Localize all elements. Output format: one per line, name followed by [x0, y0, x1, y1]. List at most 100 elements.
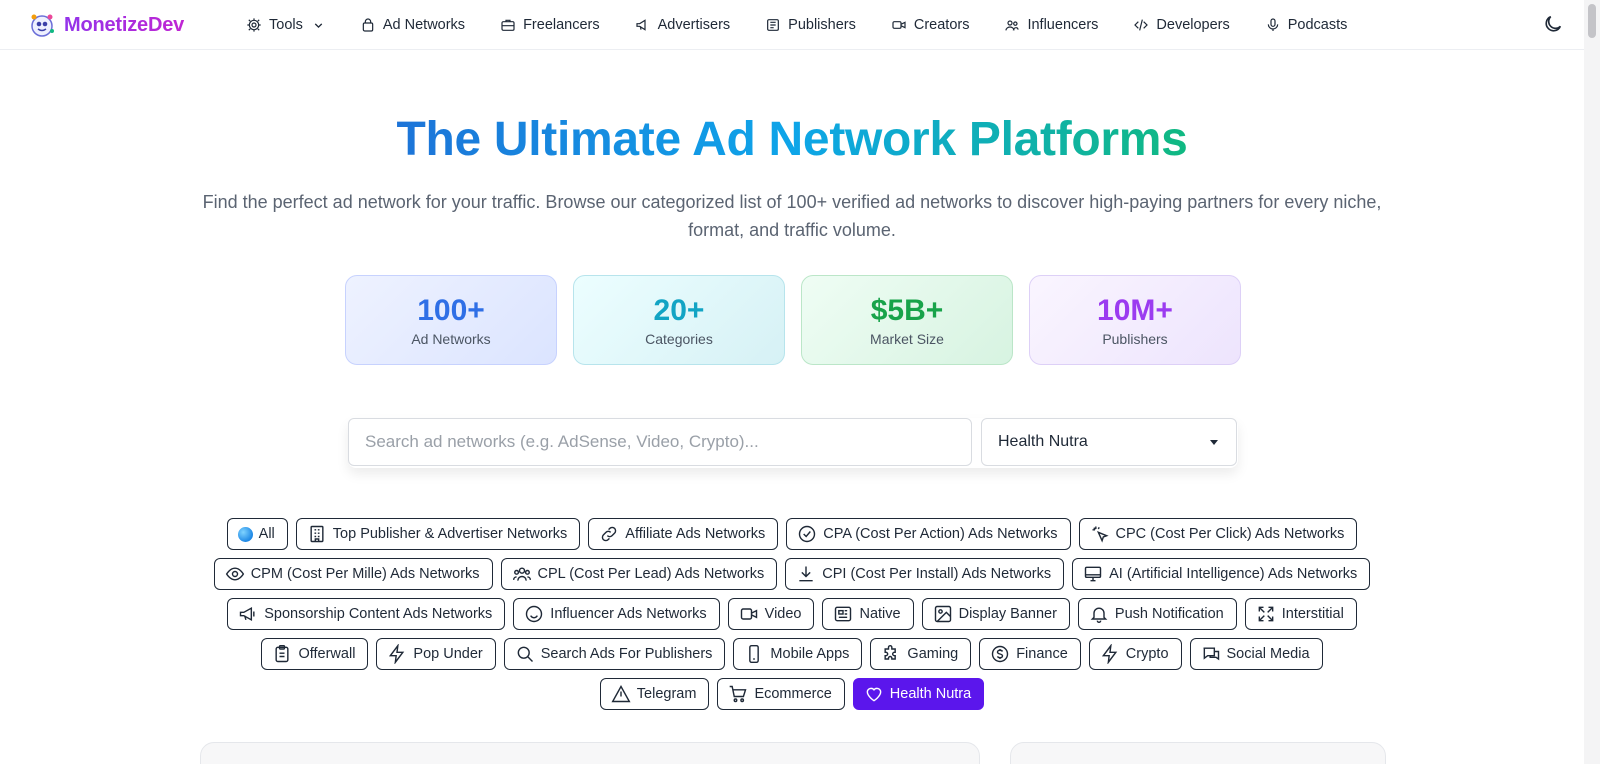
category-filter-chips: All Top Publisher & Advertiser Networks …	[208, 518, 1376, 710]
nav-item-freelancers[interactable]: Freelancers	[500, 17, 600, 33]
brand-logo[interactable]: MonetizeDev	[28, 11, 184, 39]
chip-ai[interactable]: AI (Artificial Intelligence) Ads Network…	[1072, 558, 1371, 590]
bag-icon	[362, 18, 374, 32]
chip-cpm[interactable]: CPM (Cost Per Mille) Ads Networks	[213, 558, 493, 590]
stat-label: Ad Networks	[411, 330, 491, 347]
nav-item-tools[interactable]: Tools	[246, 17, 325, 33]
smartphone-icon	[749, 644, 760, 664]
users-icon	[1005, 20, 1020, 31]
chip-label: Influencer Ads Networks	[550, 606, 707, 622]
nav-item-publishers[interactable]: Publishers	[765, 17, 856, 33]
chip-crypto[interactable]: Crypto	[1088, 638, 1182, 670]
link-icon	[602, 526, 617, 542]
nav-item-podcasts[interactable]: Podcasts	[1265, 17, 1348, 33]
nav-item-influencers[interactable]: Influencers	[1004, 17, 1098, 33]
download-icon	[799, 566, 813, 582]
chip-label: Gaming	[907, 646, 959, 662]
chip-finance[interactable]: Finance	[979, 638, 1081, 670]
stat-value: 100+	[417, 293, 485, 327]
chip-all[interactable]: All	[226, 518, 288, 550]
chip-display-banner[interactable]: Display Banner	[921, 598, 1070, 630]
briefcase-icon	[501, 19, 515, 31]
chip-influencer[interactable]: Influencer Ads Networks	[513, 598, 720, 630]
nav-item-label: Creators	[913, 17, 970, 33]
stats-row: 100+ Ad Networks 20+ Categories $5B+ Mar…	[345, 275, 1241, 365]
chip-health-nutra[interactable]: Health Nutra	[852, 678, 985, 710]
chip-label: Mobile Apps	[770, 646, 850, 662]
users-icon	[512, 567, 531, 581]
results-card	[200, 742, 980, 764]
page-scrollbar[interactable]	[1584, 0, 1600, 764]
triangle-alert-icon	[611, 685, 631, 703]
chip-video[interactable]: Video	[727, 598, 815, 630]
chip-sponsorship-content[interactable]: Sponsorship Content Ads Networks	[227, 598, 506, 630]
nav-item-creators[interactable]: Creators	[891, 17, 970, 33]
stat-card-market-size: $5B+ Market Size	[801, 275, 1013, 365]
scrollbar-thumb[interactable]	[1588, 4, 1596, 38]
chip-cpi[interactable]: CPI (Cost Per Install) Ads Networks	[785, 558, 1065, 590]
smile-icon	[526, 605, 543, 623]
megaphone-icon	[239, 606, 255, 622]
sidebar-card	[1010, 742, 1386, 764]
chip-label: AI (Artificial Intelligence) Ads Network…	[1109, 566, 1358, 582]
chip-label: Affiliate Ads Networks	[625, 526, 766, 542]
category-select-value: Health Nutra	[998, 433, 1088, 450]
stat-value: 10M+	[1097, 293, 1173, 327]
chip-search-ads[interactable]: Search Ads For Publishers	[503, 638, 726, 670]
nav-item-advertisers[interactable]: Advertisers	[635, 17, 730, 33]
theme-toggle-button[interactable]	[1542, 13, 1564, 35]
chip-native[interactable]: Native	[822, 598, 914, 630]
code-icon	[1134, 19, 1149, 31]
stat-label: Market Size	[870, 330, 944, 347]
nav-item-developers[interactable]: Developers	[1133, 17, 1230, 33]
chip-push-notification[interactable]: Push Notification	[1077, 598, 1237, 630]
newspaper-icon	[835, 606, 852, 622]
chip-label: Display Banner	[958, 606, 1057, 622]
nav-item-label: Podcasts	[1287, 17, 1348, 33]
chip-label: CPL (Cost Per Lead) Ads Networks	[537, 566, 765, 582]
chip-top-publisher-advertiser[interactable]: Top Publisher & Advertiser Networks	[295, 518, 581, 550]
eye-icon	[225, 567, 244, 581]
stat-card-categories: 20+ Categories	[573, 275, 785, 365]
search-bar: Health Nutra	[348, 418, 1238, 468]
chip-label: Top Publisher & Advertiser Networks	[332, 526, 568, 542]
chip-telegram[interactable]: Telegram	[599, 678, 710, 710]
building-icon	[310, 525, 324, 543]
chip-label: CPA (Cost Per Action) Ads Networks	[823, 526, 1058, 542]
stat-card-ad-networks: 100+ Ad Networks	[345, 275, 557, 365]
chip-label: Ecommerce	[754, 686, 832, 702]
chip-offerwall[interactable]: Offerwall	[261, 638, 369, 670]
chip-interstitial[interactable]: Interstitial	[1244, 598, 1357, 630]
nav-item-label: Tools	[269, 17, 303, 33]
chip-social-media[interactable]: Social Media	[1189, 638, 1323, 670]
chip-label: Offerwall	[298, 646, 356, 662]
stat-value: 20+	[653, 293, 705, 327]
search-input[interactable]	[348, 418, 972, 466]
image-icon	[934, 605, 951, 623]
check-circle-icon	[799, 525, 816, 543]
globe-icon	[237, 526, 253, 542]
chip-label: Health Nutra	[889, 686, 972, 702]
video-camera-icon	[892, 21, 906, 29]
nav-menu: Tools Ad Networks Freelancers Advertiser…	[246, 0, 1382, 50]
chip-cpa[interactable]: CPA (Cost Per Action) Ads Networks	[786, 518, 1071, 550]
category-select[interactable]: Health Nutra	[981, 418, 1237, 466]
page-title: The Ultimate Ad Network Platforms	[0, 112, 1584, 167]
chip-pop-under[interactable]: Pop Under	[376, 638, 496, 670]
gear-icon	[247, 18, 261, 32]
chip-gaming[interactable]: Gaming	[870, 638, 972, 670]
chat-bubbles-icon	[1203, 647, 1219, 661]
nav-item-label: Ad Networks	[382, 17, 466, 33]
nav-item-ad-networks[interactable]: Ad Networks	[360, 17, 465, 33]
chip-mobile-apps[interactable]: Mobile Apps	[733, 638, 863, 670]
chip-ecommerce[interactable]: Ecommerce	[717, 678, 845, 710]
clipboard-icon	[275, 644, 290, 663]
chip-label: Native	[859, 606, 901, 622]
page-title-text: The Ultimate Ad Network Platforms	[396, 113, 1188, 166]
stat-label: Publishers	[1102, 330, 1168, 347]
cursor-click-icon	[1092, 526, 1109, 543]
chip-cpc[interactable]: CPC (Cost Per Click) Ads Networks	[1078, 518, 1358, 550]
brand-name: MonetizeDev	[64, 13, 185, 36]
chip-cpl[interactable]: CPL (Cost Per Lead) Ads Networks	[500, 558, 778, 590]
chip-affiliate[interactable]: Affiliate Ads Networks	[588, 518, 779, 550]
